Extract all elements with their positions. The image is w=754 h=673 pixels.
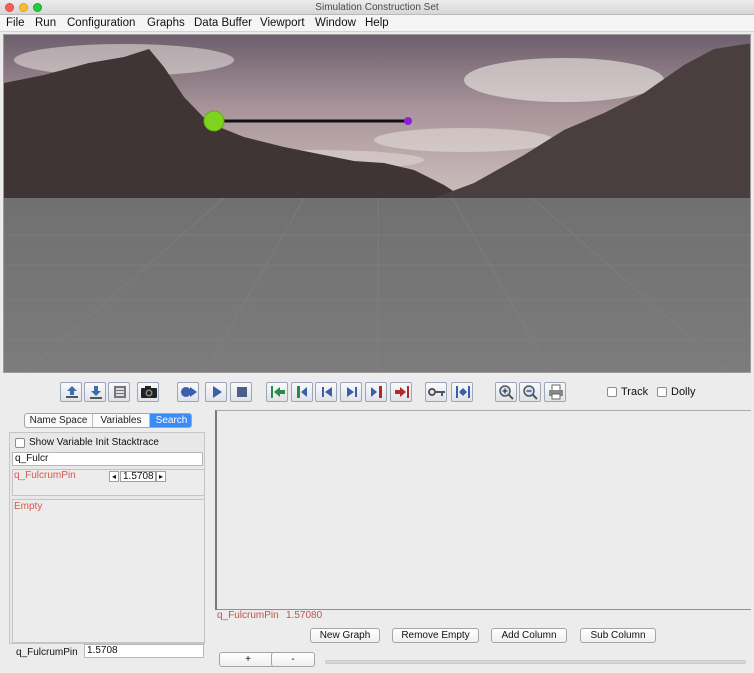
variable-panel: Name Space Variables Search Show Variabl… xyxy=(3,410,209,663)
track-label: Track xyxy=(621,386,649,398)
minimize-window-button[interactable] xyxy=(19,3,28,12)
zoom-out-icon[interactable] xyxy=(519,382,541,402)
menu-configuration[interactable]: Configuration xyxy=(67,15,135,32)
close-window-button[interactable] xyxy=(5,3,14,12)
print-icon[interactable] xyxy=(544,382,566,402)
pendulum-mass[interactable] xyxy=(404,117,412,125)
track-checkbox[interactable] xyxy=(607,387,617,397)
dolly-checkbox[interactable] xyxy=(657,387,667,397)
graph-entry-value: 1.57080 xyxy=(286,610,323,621)
fulcrum-ball[interactable] xyxy=(203,110,225,132)
add-graph-plus-button[interactable]: + xyxy=(219,652,277,667)
simulate-icon[interactable] xyxy=(177,382,199,402)
selected-variable-name: q_FulcrumPin xyxy=(16,647,78,658)
window-title: Simulation Construction Set xyxy=(315,2,439,13)
menu-help[interactable]: Help xyxy=(365,15,389,32)
set-in-point-icon[interactable] xyxy=(291,382,313,402)
search-input[interactable]: q_Fulcr xyxy=(12,452,203,466)
tab-name-space[interactable]: Name Space xyxy=(25,414,92,427)
result-variable-name[interactable]: q_FulcrumPin xyxy=(14,470,76,481)
key-icon[interactable] xyxy=(425,382,447,402)
add-column-button[interactable]: Add Column xyxy=(491,628,567,643)
graph-entry-label[interactable]: q_FulcrumPin xyxy=(217,610,279,621)
dolly-label: Dolly xyxy=(671,386,696,398)
import-icon[interactable] xyxy=(84,382,106,402)
menu-graphs[interactable]: Graphs xyxy=(147,15,185,32)
tab-search[interactable]: Search xyxy=(150,414,191,427)
3d-viewport[interactable] xyxy=(3,34,751,373)
sub-column-button[interactable]: Sub Column xyxy=(580,628,656,643)
stacktrace-checkbox[interactable] xyxy=(15,438,25,448)
zoom-window-button[interactable] xyxy=(33,3,42,12)
goto-out-point-icon[interactable] xyxy=(390,382,412,402)
menu-viewport[interactable]: Viewport xyxy=(260,15,305,32)
step-forward-icon[interactable] xyxy=(340,382,362,402)
selected-variable-value[interactable]: 1.5708 xyxy=(84,644,204,658)
menu-run[interactable]: Run xyxy=(35,15,56,32)
search-results-list: q_FulcrumPin ◂ 1.5708 ▸ xyxy=(12,469,205,496)
playback-toolbar: Track Dolly xyxy=(0,376,754,408)
title-bar: Simulation Construction Set xyxy=(0,0,754,15)
empty-label: Empty xyxy=(14,501,43,512)
menu-data-buffer[interactable]: Data Buffer xyxy=(194,15,252,32)
stop-icon[interactable] xyxy=(230,382,252,402)
remove-empty-button[interactable]: Remove Empty xyxy=(392,628,479,643)
step-backward-icon[interactable] xyxy=(315,382,337,402)
increment-arrow-icon[interactable]: ▸ xyxy=(156,471,166,482)
menu-window[interactable]: Window xyxy=(315,15,356,32)
tab-variables[interactable]: Variables xyxy=(93,414,149,427)
set-out-point-icon[interactable] xyxy=(365,382,387,402)
camera-icon[interactable] xyxy=(137,382,159,402)
stacktrace-label: Show Variable Init Stacktrace xyxy=(29,437,159,448)
menu-file[interactable]: File xyxy=(6,15,25,32)
play-icon[interactable] xyxy=(205,382,227,402)
variable-tabs: Name Space Variables Search xyxy=(24,413,192,428)
goto-in-point-icon[interactable] xyxy=(266,382,288,402)
3d-scene xyxy=(4,35,750,372)
key-frames-icon[interactable] xyxy=(451,382,473,402)
media-icon[interactable] xyxy=(108,382,130,402)
decrement-arrow-icon[interactable]: ◂ xyxy=(109,471,119,482)
result-variable-value[interactable]: 1.5708 xyxy=(120,471,156,482)
variable-info-area: Empty xyxy=(12,499,205,643)
search-pane: Show Variable Init Stacktrace q_Fulcr q_… xyxy=(9,432,205,644)
export-icon[interactable] xyxy=(60,382,82,402)
graph-panel[interactable]: q_FulcrumPin 1.57080 xyxy=(215,410,751,621)
remove-graph-minus-button[interactable]: - xyxy=(271,652,315,667)
menu-bar: File Run Configuration Graphs Data Buffe… xyxy=(0,15,754,32)
zoom-in-icon[interactable] xyxy=(495,382,517,402)
new-graph-button[interactable]: New Graph xyxy=(310,628,380,643)
time-scroll-slider[interactable] xyxy=(325,660,746,664)
